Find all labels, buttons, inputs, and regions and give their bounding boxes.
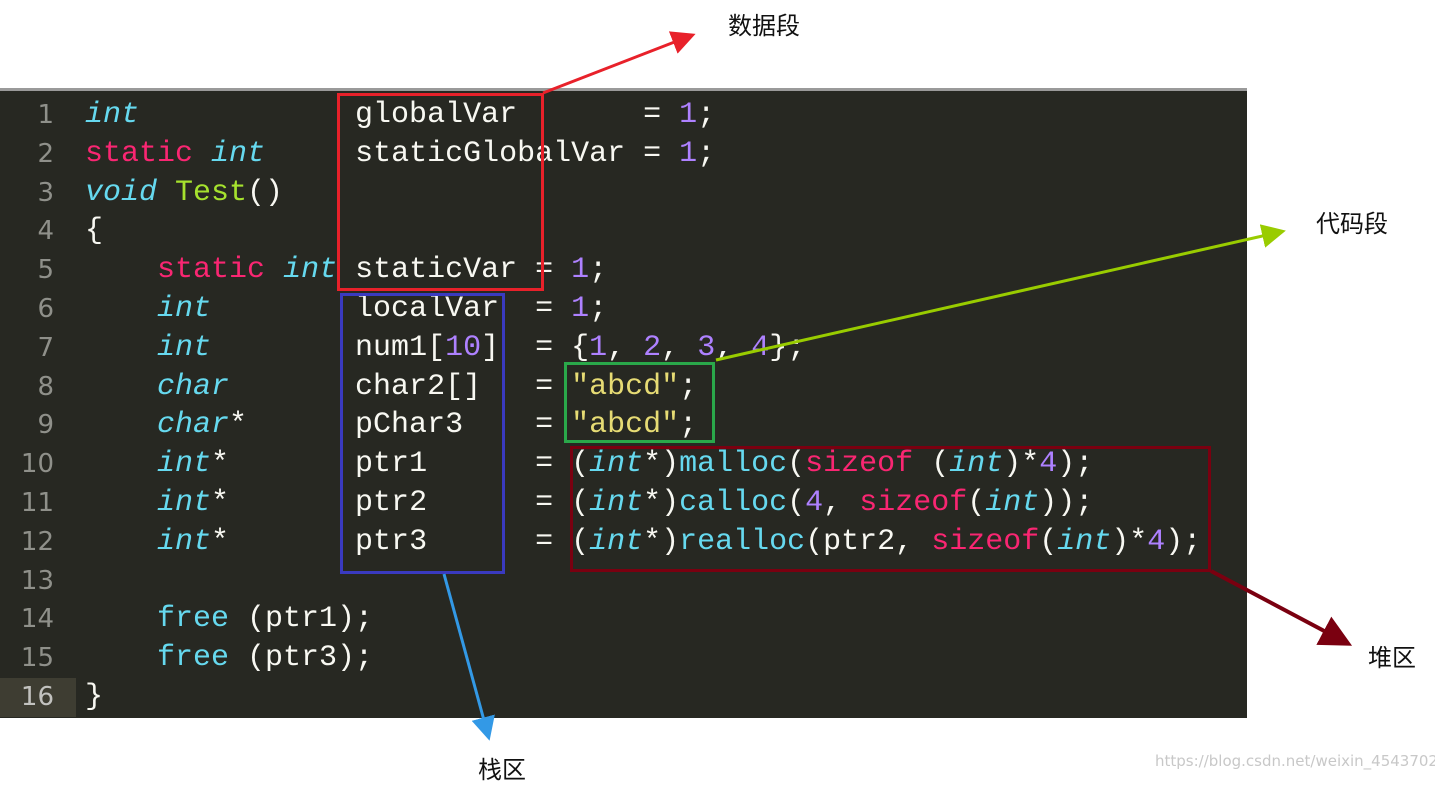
data-segment-label: 数据段 — [728, 12, 800, 40]
heap-arrow — [1210, 569, 1353, 646]
stack-arrow — [442, 573, 495, 741]
data-segment-arrow — [542, 31, 696, 95]
stack-label: 栈区 — [478, 756, 526, 784]
watermark: https://blog.csdn.net/weixin_45437022 — [1155, 752, 1435, 770]
heap-label: 堆区 — [1368, 644, 1416, 672]
code-segment-arrow — [715, 224, 1286, 362]
annotation-arrows — [442, 31, 1353, 741]
code-segment-label: 代码段 — [1316, 210, 1388, 238]
